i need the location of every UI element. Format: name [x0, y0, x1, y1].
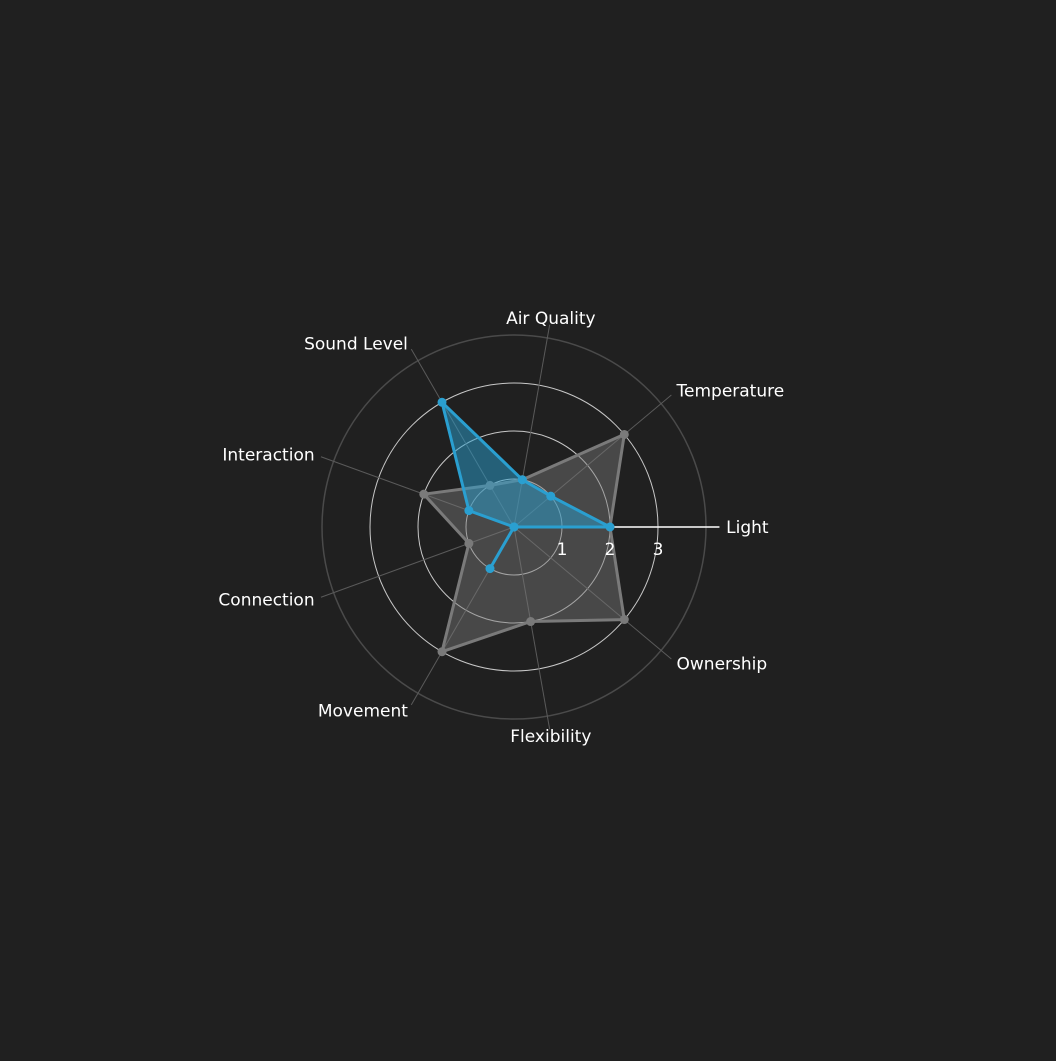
series-1-point-connection — [464, 538, 474, 548]
axis-label-connection: Connection — [218, 591, 314, 611]
radar-chart-svg: 1 2 3 Light Temperature Air Quality Sound Leve… — [0, 0, 1056, 1056]
series-2-point-temperature — [546, 491, 556, 501]
axis-label-ownership: Ownership — [677, 654, 768, 674]
series-2-point-air-quality — [517, 475, 527, 485]
radar-chart: 1 2 3 Light Temperature Air Quality Sound Leve… — [0, 0, 1056, 1056]
radial-tick-label-3: 3 — [653, 540, 664, 560]
series-2-point-movement — [485, 564, 495, 574]
axis-label-movement: Movement — [318, 702, 408, 722]
axis-label-interaction: Interaction — [222, 445, 314, 465]
series-1-point-movement — [437, 647, 447, 657]
radial-tick-label-2: 2 — [605, 540, 616, 560]
radial-tick-label-1: 1 — [557, 540, 568, 560]
series-2-point-ownership — [509, 522, 519, 532]
axis-label-light: Light — [726, 518, 769, 538]
series-1-point-flexibility — [526, 617, 536, 627]
series-1-point-interaction — [419, 489, 429, 499]
axis-label-air-quality: Air Quality — [506, 309, 596, 329]
series-2-point-sound-level — [437, 397, 447, 407]
axis-label-flexibility: Flexibility — [510, 727, 591, 747]
series-1-point-ownership — [619, 615, 629, 625]
axis-label-temperature: Temperature — [676, 382, 785, 402]
series-1-point-temperature — [619, 429, 629, 439]
series-2-point-interaction — [464, 506, 474, 516]
series-2-point-light — [605, 522, 615, 532]
axis-label-sound-level: Sound Level — [304, 334, 408, 354]
